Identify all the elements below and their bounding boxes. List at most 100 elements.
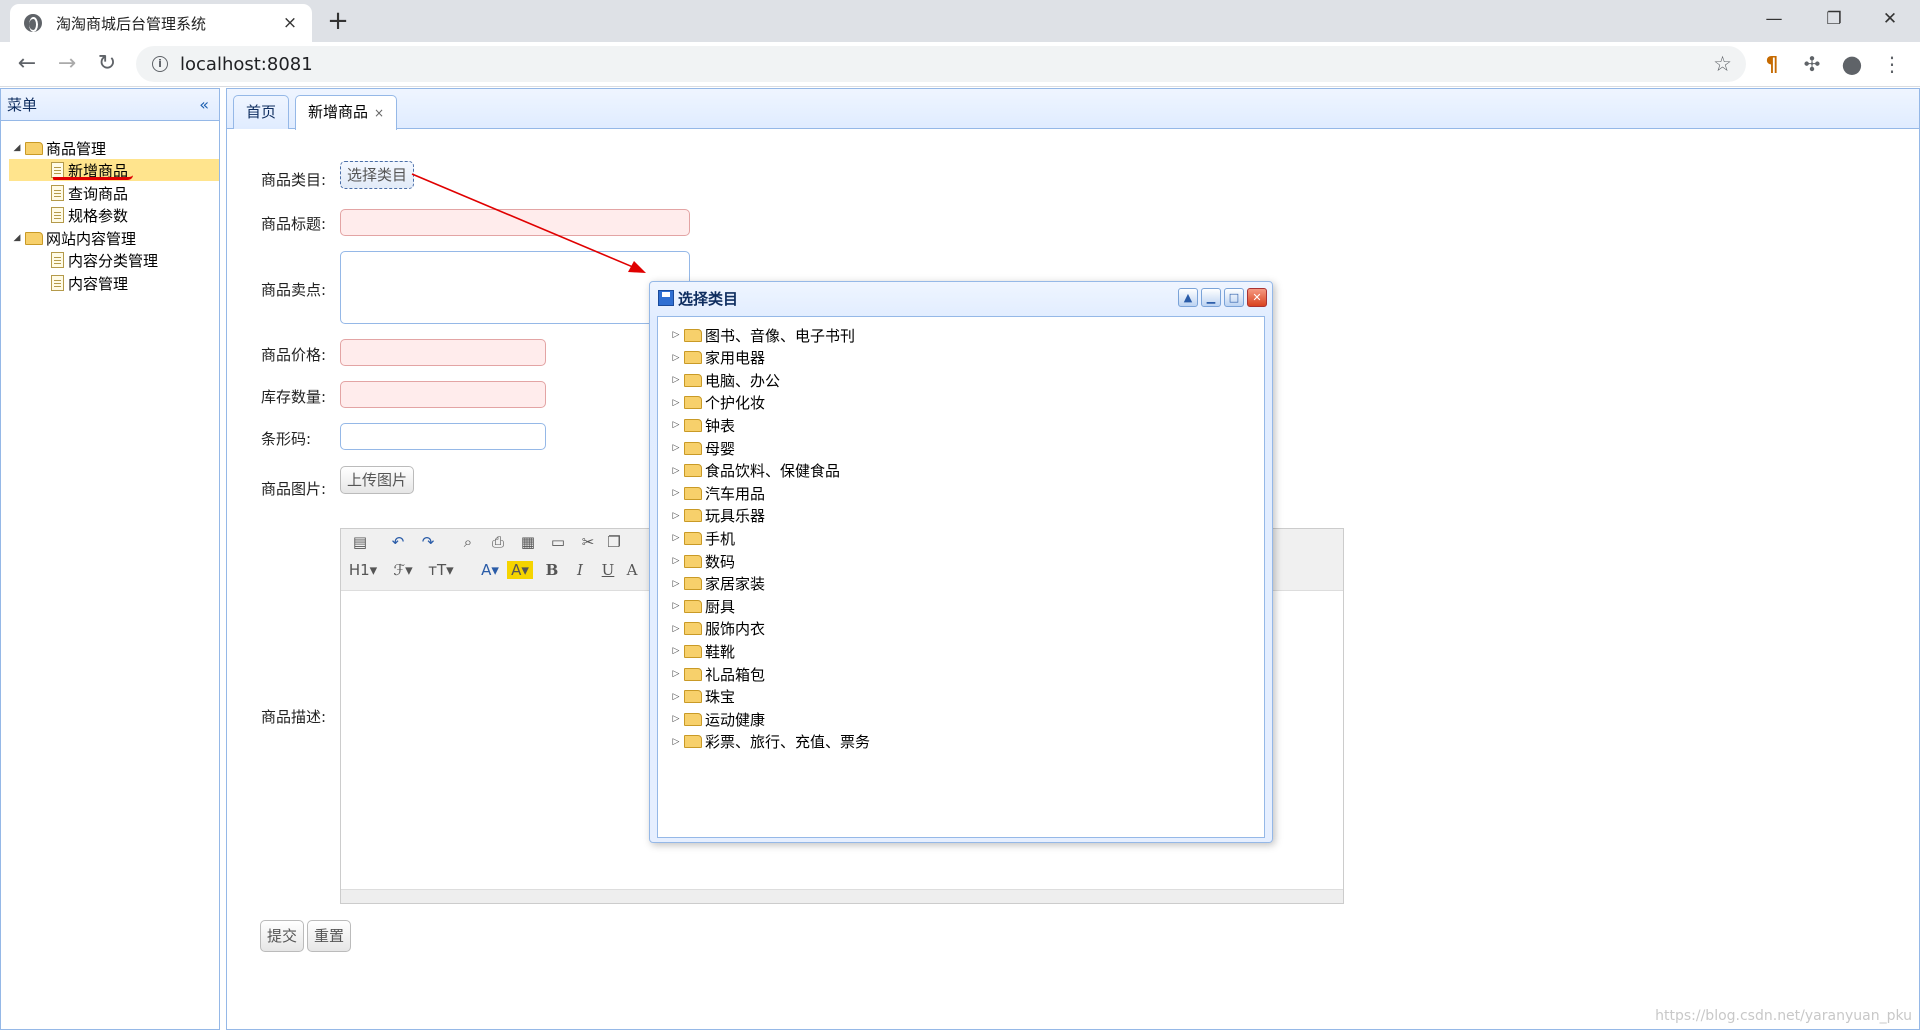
tree-node-goods-management[interactable]: ◢ 商品管理 xyxy=(11,137,106,159)
code-icon[interactable]: ▭ xyxy=(547,533,569,551)
font-family-icon[interactable]: ℱ▾ xyxy=(389,561,417,579)
collapsed-triangle-icon[interactable]: ▷ xyxy=(670,353,682,363)
bookmark-star-icon[interactable]: ☆ xyxy=(1713,52,1732,76)
collapsed-triangle-icon[interactable]: ▷ xyxy=(670,398,682,408)
back-icon[interactable]: ← xyxy=(10,48,44,82)
collapsed-triangle-icon[interactable]: ▷ xyxy=(670,466,682,476)
tree-node-label: 内容分类管理 xyxy=(68,251,159,270)
category-item[interactable]: ▷ 礼品箱包 xyxy=(670,663,765,685)
title-input[interactable] xyxy=(340,209,690,236)
select-category-button[interactable]: 选择类目 xyxy=(340,161,415,189)
barcode-input[interactable] xyxy=(340,423,546,450)
new-tab-button[interactable]: + xyxy=(322,6,354,38)
collapsed-triangle-icon[interactable]: ▷ xyxy=(670,556,682,566)
restore-button[interactable]: ❐ xyxy=(1808,4,1860,34)
undo-icon[interactable]: ↶ xyxy=(387,533,409,551)
redo-icon[interactable]: ↷ xyxy=(417,533,439,551)
category-item[interactable]: ▷ 汽车用品 xyxy=(670,482,765,504)
category-item[interactable]: ▷ 母婴 xyxy=(670,437,735,459)
reload-icon[interactable]: ↻ xyxy=(90,48,124,82)
tree-node-site-content[interactable]: ◢ 网站内容管理 xyxy=(11,227,136,249)
pilcrow-extension-icon[interactable]: ¶ xyxy=(1758,50,1786,78)
collapsed-triangle-icon[interactable]: ▷ xyxy=(670,737,682,747)
browser-tab[interactable]: 淘淘商城后台管理系统 × xyxy=(10,4,312,42)
collapsed-triangle-icon[interactable]: ▷ xyxy=(670,646,682,656)
expand-triangle-icon[interactable]: ◢ xyxy=(11,233,23,243)
category-item[interactable]: ▷ 彩票、旅行、充值、票务 xyxy=(670,731,870,753)
collapsed-triangle-icon[interactable]: ▷ xyxy=(670,420,682,430)
font-size-icon[interactable]: тT▾ xyxy=(425,561,457,579)
print-icon[interactable]: ⎙ xyxy=(487,533,509,551)
collapsed-triangle-icon[interactable]: ▷ xyxy=(670,692,682,702)
tab-home[interactable]: 首页 xyxy=(233,95,290,129)
preview-icon[interactable]: ⌕ xyxy=(457,533,479,551)
category-item[interactable]: ▷ 数码 xyxy=(670,550,735,572)
tab-close-icon[interactable]: × xyxy=(374,106,384,120)
template-icon[interactable]: ▦ xyxy=(517,533,539,551)
underline-icon[interactable]: U xyxy=(597,561,619,579)
upload-image-button[interactable]: 上传图片 xyxy=(340,466,415,494)
strike-icon[interactable]: A xyxy=(621,561,643,579)
editor-resize-bar[interactable] xyxy=(341,889,1343,903)
category-item[interactable]: ▷ 珠宝 xyxy=(670,686,735,708)
bold-icon[interactable]: B xyxy=(541,561,563,579)
collapsed-triangle-icon[interactable]: ▷ xyxy=(670,533,682,543)
window-close-button[interactable]: ✕ xyxy=(1864,4,1916,34)
cut-icon[interactable]: ✂ xyxy=(577,533,599,551)
menu-kebab-icon[interactable]: ⋮ xyxy=(1878,50,1906,78)
category-item[interactable]: ▷ 运动健康 xyxy=(670,708,765,730)
tree-node-query-goods[interactable]: 查询商品 xyxy=(51,182,128,204)
category-item[interactable]: ▷ 家居家装 xyxy=(670,573,765,595)
collapsed-triangle-icon[interactable]: ▷ xyxy=(670,375,682,385)
tab-add-goods[interactable]: 新增商品 × xyxy=(295,95,398,130)
collapse-dialog-button[interactable]: ▲ xyxy=(1178,288,1198,307)
maximize-dialog-button[interactable]: □ xyxy=(1224,288,1244,307)
italic-icon[interactable]: I xyxy=(569,561,591,579)
highlight-icon[interactable]: A▾ xyxy=(507,561,533,579)
collapsed-triangle-icon[interactable]: ▷ xyxy=(670,488,682,498)
category-item[interactable]: ▷ 手机 xyxy=(670,527,735,549)
address-bar[interactable]: i localhost:8081 ☆ xyxy=(136,46,1746,82)
price-input[interactable] xyxy=(340,339,546,366)
collapsed-triangle-icon[interactable]: ▷ xyxy=(670,714,682,724)
category-item[interactable]: ▷ 服饰内衣 xyxy=(670,618,765,640)
collapsed-triangle-icon[interactable]: ▷ xyxy=(670,601,682,611)
minimize-dialog-button[interactable]: ▁ xyxy=(1201,288,1221,307)
source-icon[interactable]: ▤ xyxy=(349,533,371,551)
category-item[interactable]: ▷ 家用电器 xyxy=(670,347,765,369)
collapsed-triangle-icon[interactable]: ▷ xyxy=(670,579,682,589)
info-icon[interactable]: i xyxy=(152,56,168,72)
category-item[interactable]: ▷ 鞋靴 xyxy=(670,640,735,662)
category-item[interactable]: ▷ 食品饮料、保健食品 xyxy=(670,460,840,482)
profile-avatar-icon[interactable]: ● xyxy=(1838,50,1866,78)
collapsed-triangle-icon[interactable]: ▷ xyxy=(670,669,682,679)
stock-input[interactable] xyxy=(340,381,546,408)
font-color-icon[interactable]: A▾ xyxy=(477,561,503,579)
collapsed-triangle-icon[interactable]: ▷ xyxy=(670,443,682,453)
minimize-button[interactable]: — xyxy=(1748,4,1800,34)
forward-icon[interactable]: → xyxy=(50,48,84,82)
close-dialog-button[interactable]: ✕ xyxy=(1247,288,1267,307)
submit-button[interactable]: 提交 xyxy=(260,920,305,952)
sellpoint-textarea[interactable] xyxy=(340,251,690,324)
folder-icon xyxy=(684,599,702,613)
category-item[interactable]: ▷ 钟表 xyxy=(670,414,735,436)
tree-node-content-category[interactable]: 内容分类管理 xyxy=(51,249,158,271)
category-item[interactable]: ▷ 厨具 xyxy=(670,595,735,617)
copy-icon[interactable]: ❐ xyxy=(603,533,625,551)
close-tab-icon[interactable]: × xyxy=(280,13,300,33)
category-item[interactable]: ▷ 玩具乐器 xyxy=(670,505,765,527)
collapsed-triangle-icon[interactable]: ▷ xyxy=(670,624,682,634)
reset-button[interactable]: 重置 xyxy=(307,920,352,952)
expand-triangle-icon[interactable]: ◢ xyxy=(11,143,23,153)
category-item[interactable]: ▷ 个护化妆 xyxy=(670,392,765,414)
collapse-icon[interactable]: « xyxy=(199,95,209,114)
tree-node-content-management[interactable]: 内容管理 xyxy=(51,272,128,294)
collapsed-triangle-icon[interactable]: ▷ xyxy=(670,511,682,521)
extensions-puzzle-icon[interactable]: ✣ xyxy=(1798,50,1826,78)
category-item[interactable]: ▷ 电脑、办公 xyxy=(670,369,780,391)
category-item[interactable]: ▷ 图书、音像、电子书刊 xyxy=(670,324,855,346)
collapsed-triangle-icon[interactable]: ▷ xyxy=(670,330,682,340)
heading-icon[interactable]: H1▾ xyxy=(347,561,379,579)
tree-node-spec-params[interactable]: 规格参数 xyxy=(51,204,128,226)
